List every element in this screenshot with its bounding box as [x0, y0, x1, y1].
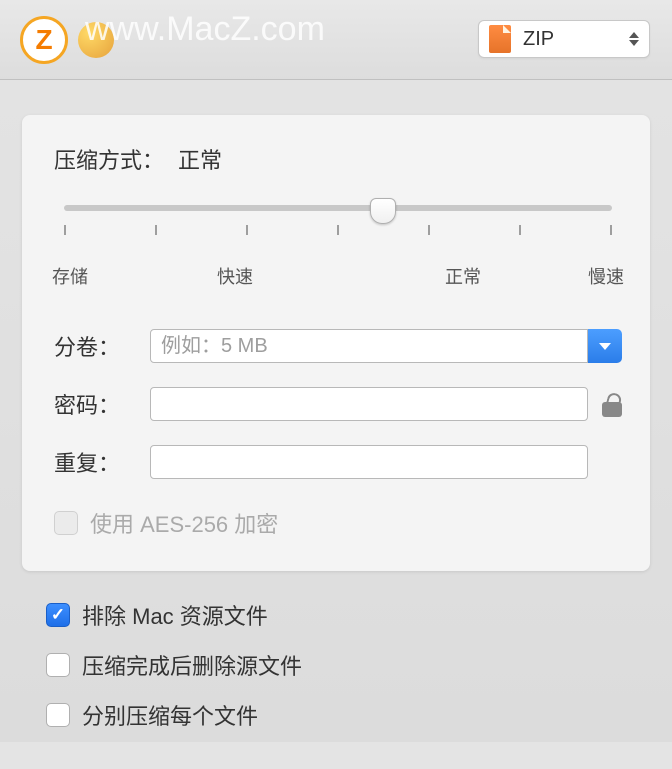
delete-after-label: 压缩完成后删除源文件: [82, 649, 302, 681]
delete-after-checkbox[interactable]: [46, 653, 70, 677]
split-dropdown-button[interactable]: [588, 329, 622, 363]
option-exclude-mac: 排除 Mac 资源文件: [46, 599, 650, 631]
password-row: 密码：: [54, 387, 622, 421]
split-combo: [150, 329, 622, 363]
updown-icon: [629, 32, 639, 46]
option-delete-after: 压缩完成后删除源文件: [46, 649, 650, 681]
compression-slider[interactable]: [64, 205, 612, 245]
lock-icon[interactable]: [602, 391, 622, 417]
exclude-mac-label: 排除 Mac 资源文件: [82, 599, 268, 631]
watermark-text: www.MacZ.com: [85, 10, 325, 49]
slider-thumb[interactable]: [370, 198, 396, 224]
slider-label-slow: 慢速: [588, 263, 624, 289]
compress-individually-checkbox[interactable]: [46, 703, 70, 727]
split-label: 分卷：: [54, 330, 150, 362]
window-header: Z www.MacZ.com ZIP: [0, 0, 672, 80]
settings-panel: 压缩方式： 正常 存储 快速 正常 慢速 分卷：: [22, 115, 650, 571]
zip-file-icon: [489, 25, 511, 53]
repeat-row: 重复：: [54, 445, 622, 479]
compression-method-row: 压缩方式： 正常: [54, 143, 622, 175]
aes-row: 使用 AES-256 加密: [54, 507, 622, 539]
option-compress-individually: 分别压缩每个文件: [46, 699, 650, 731]
format-selector[interactable]: ZIP: [478, 20, 650, 58]
aes-label: 使用 AES-256 加密: [90, 507, 278, 539]
slider-label-store: 存储: [52, 263, 88, 289]
split-row: 分卷：: [54, 329, 622, 363]
slider-label-fast: 快速: [217, 263, 253, 289]
slider-labels: 存储 快速 正常 慢速: [54, 263, 622, 289]
app-icon: Z: [20, 16, 68, 64]
compression-value: 正常: [178, 143, 222, 175]
options-list: 排除 Mac 资源文件 压缩完成后删除源文件 分别压缩每个文件: [22, 599, 650, 731]
password-label: 密码：: [54, 388, 150, 420]
repeat-label: 重复：: [54, 446, 150, 478]
slider-label-normal: 正常: [445, 263, 481, 289]
compression-label: 压缩方式：: [54, 143, 164, 175]
exclude-mac-checkbox[interactable]: [46, 603, 70, 627]
password-input[interactable]: [150, 387, 588, 421]
slider-track: [64, 205, 612, 211]
content-area: 压缩方式： 正常 存储 快速 正常 慢速 分卷：: [0, 80, 672, 769]
split-input[interactable]: [150, 329, 588, 363]
compress-individually-label: 分别压缩每个文件: [82, 699, 258, 731]
repeat-password-input[interactable]: [150, 445, 588, 479]
format-label: ZIP: [523, 28, 554, 51]
slider-ticks: [64, 225, 612, 235]
aes-checkbox: [54, 511, 78, 535]
